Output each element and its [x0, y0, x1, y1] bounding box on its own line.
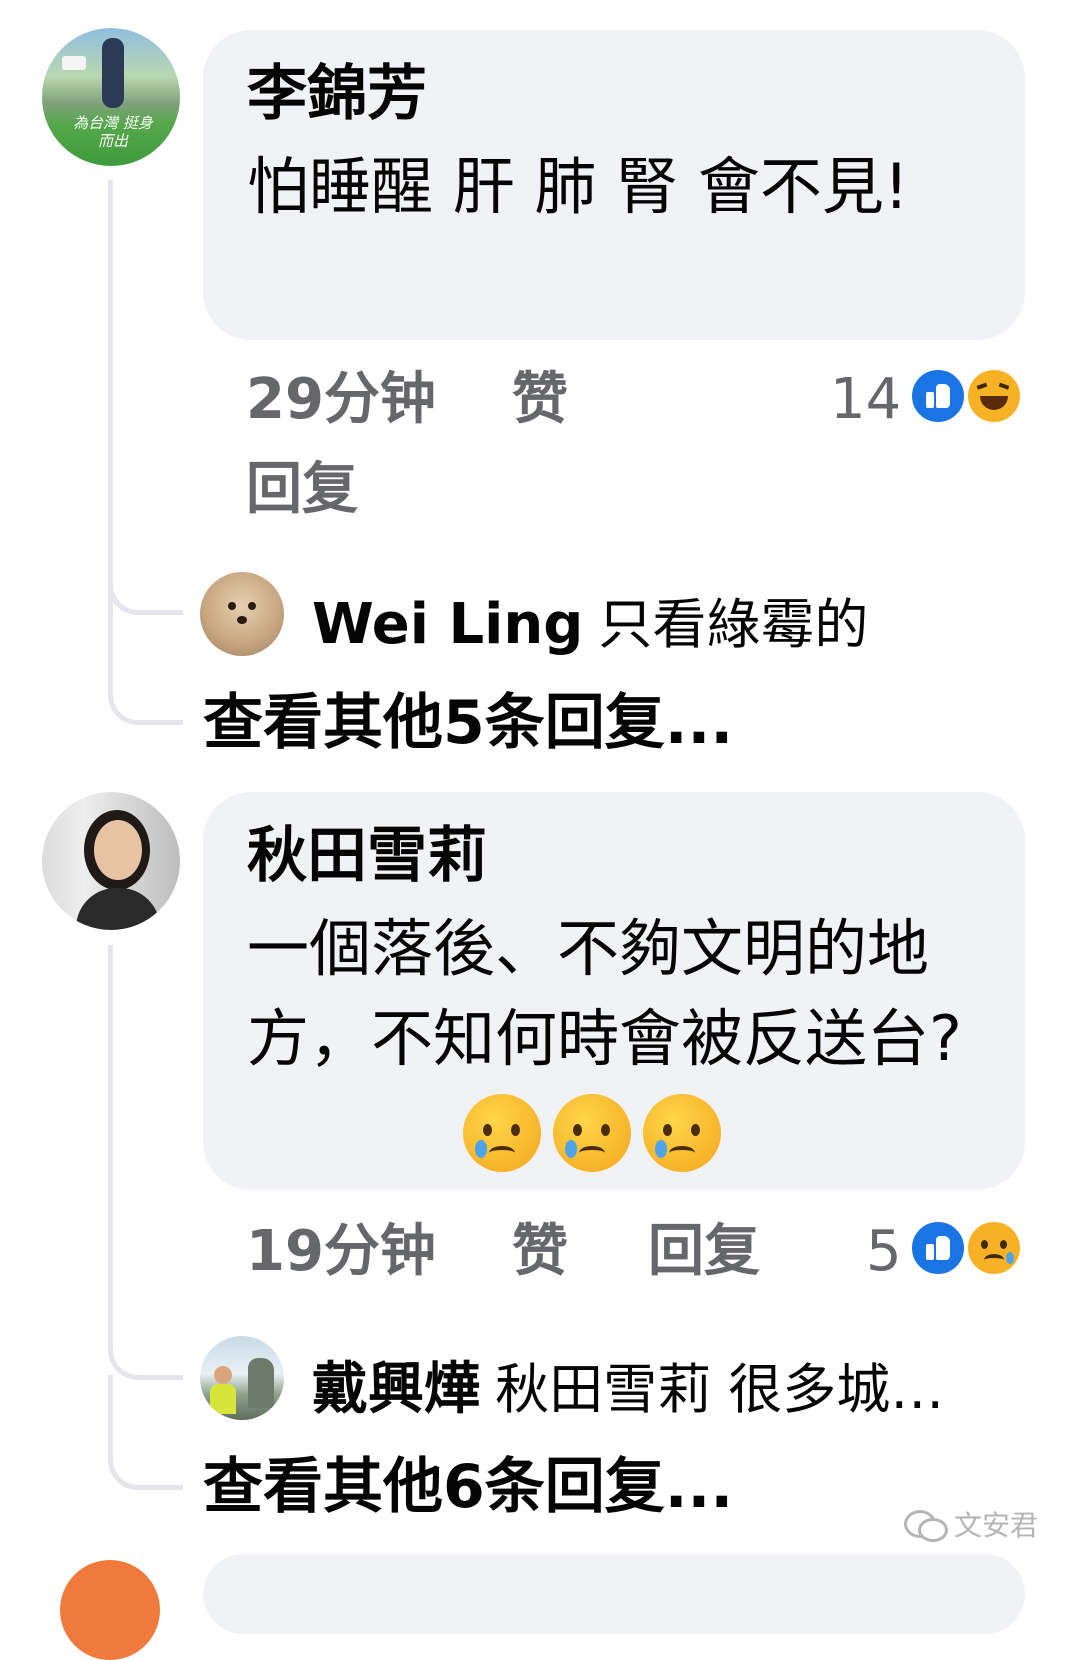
comment-text: 一個落後、不夠文明的地方，不知何時會被反送台? [247, 912, 962, 1075]
reply-text: 只看綠霉的 [598, 593, 869, 656]
avatar[interactable] [200, 572, 284, 656]
crying-face-icon [643, 1094, 721, 1172]
like-button[interactable]: 赞 [512, 368, 568, 432]
crying-emoji-row [463, 1094, 733, 1174]
thread-connector [108, 660, 183, 725]
comment-text: 怕睡醒 肝 肺 腎 會不見! [247, 150, 909, 223]
like-icon[interactable] [908, 1218, 968, 1278]
sad-icon[interactable] [964, 1218, 1024, 1278]
thread-connector [108, 1425, 183, 1490]
comment-bubble: 秋田雪莉 一個落後、不夠文明的地方，不知何時會被反送台? [203, 792, 1025, 1190]
view-more-replies[interactable]: 查看其他6条回复... [203, 1452, 733, 1522]
reaction-count[interactable]: 5 [866, 1220, 902, 1284]
reply-preview[interactable]: Wei Ling 只看綠霉的 [312, 580, 868, 659]
comment-bubble [203, 1554, 1025, 1634]
reply-author[interactable]: Wei Ling [312, 592, 583, 657]
thread-connector [108, 560, 183, 615]
like-icon[interactable] [908, 366, 968, 426]
avatar-caption: 為台灣 挺身而出 [73, 114, 153, 150]
haha-icon[interactable] [964, 366, 1024, 426]
crying-face-icon [553, 1094, 631, 1172]
thread-line [108, 180, 113, 610]
reply-text: 秋田雪莉 很多城… [495, 1358, 945, 1421]
comment-bubble: 李錦芳 怕睡醒 肝 肺 腎 會不見! [203, 30, 1025, 340]
reply-preview[interactable]: 戴興燁 秋田雪莉 很多城… [312, 1344, 944, 1425]
avatar[interactable] [42, 792, 180, 930]
comment-time[interactable]: 29分钟 [246, 368, 436, 432]
watermark-text: 文安君 [954, 1509, 1039, 1542]
wechat-icon [904, 1508, 948, 1542]
comment-author[interactable]: 李錦芳 [247, 58, 427, 130]
reply-author[interactable]: 戴興燁 [312, 1357, 480, 1422]
view-more-replies[interactable]: 查看其他5条回复... [203, 688, 733, 758]
thread-line [108, 945, 113, 1345]
reaction-count[interactable]: 14 [830, 368, 901, 432]
avatar[interactable]: 為台灣 挺身而出 [42, 28, 180, 166]
watermark: 文安君 [904, 1504, 1038, 1544]
avatar[interactable] [200, 1336, 284, 1420]
reply-button[interactable]: 回复 [246, 458, 358, 522]
thread-connector [108, 1325, 183, 1380]
crying-face-icon [463, 1094, 541, 1172]
reply-button[interactable]: 回复 [648, 1220, 760, 1284]
avatar[interactable] [60, 1560, 160, 1660]
comment-time[interactable]: 19分钟 [246, 1220, 436, 1284]
comment-author[interactable]: 秋田雪莉 [247, 820, 487, 892]
like-button[interactable]: 赞 [512, 1220, 568, 1284]
